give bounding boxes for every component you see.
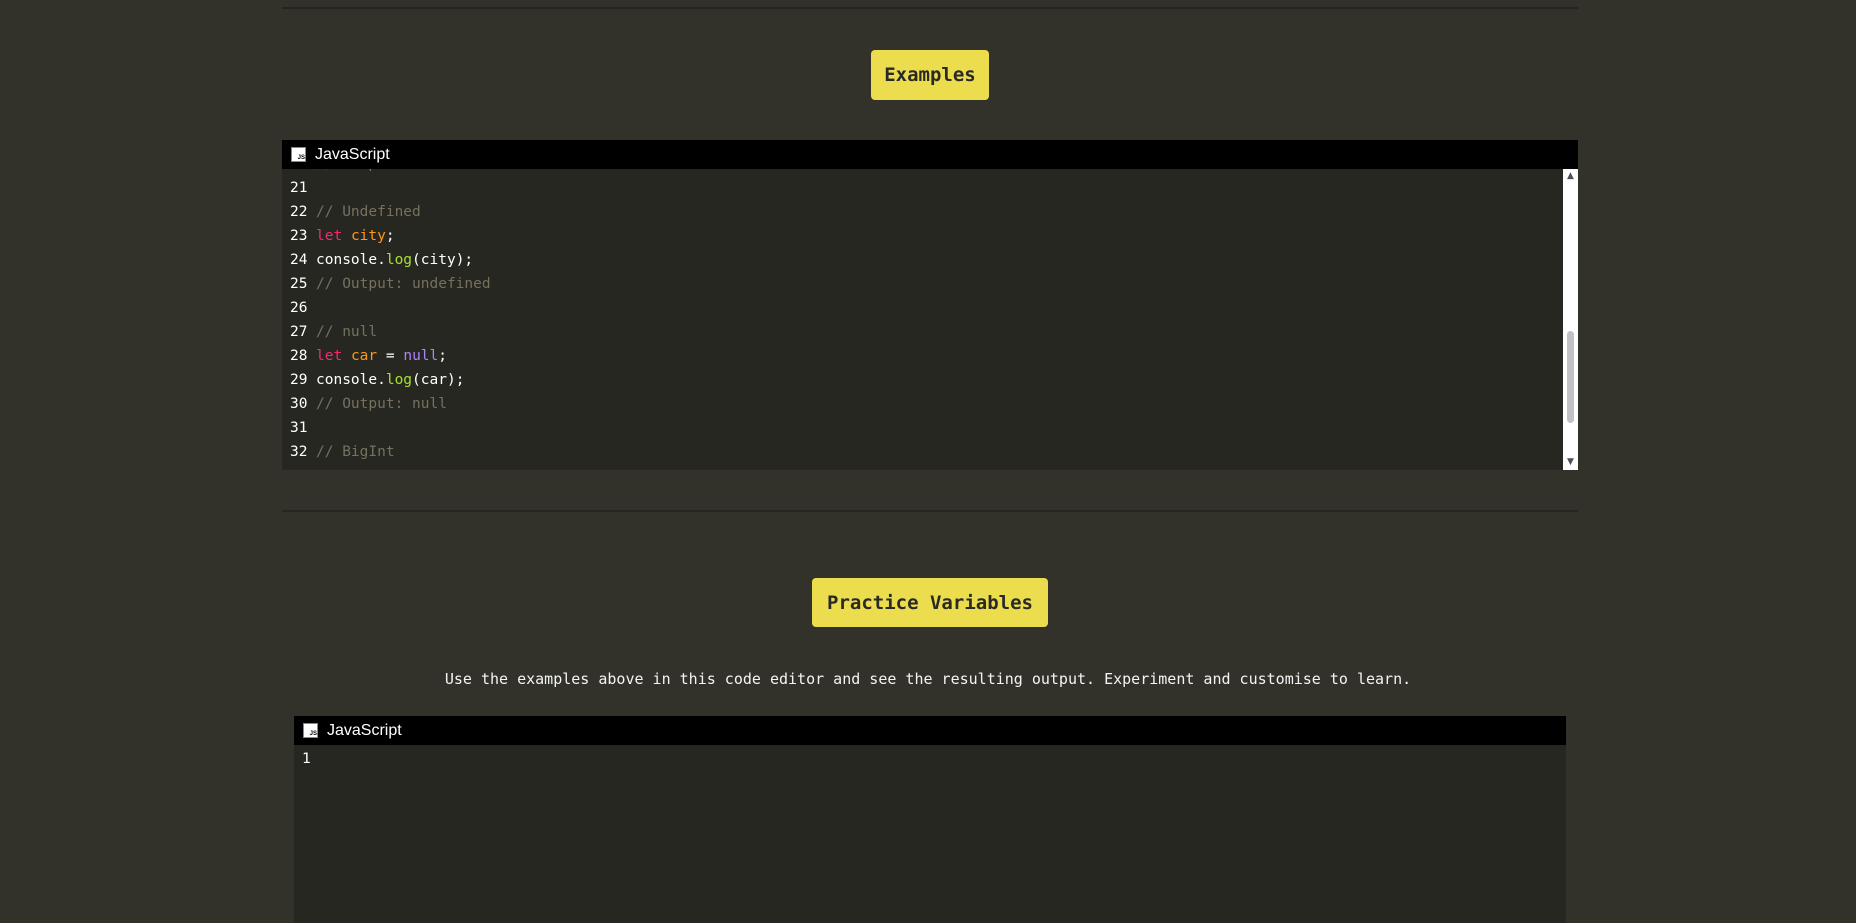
code-token: car — [350, 348, 378, 364]
line-number: 29 — [290, 372, 308, 388]
line-number: 32 — [290, 444, 308, 460]
code-area[interactable]: 1 — [294, 745, 1566, 923]
language-label: JavaScript — [315, 145, 390, 163]
javascript-file-icon — [291, 147, 306, 162]
code-line[interactable]: 29 console.log(car); — [290, 368, 464, 392]
code-token: console. — [316, 372, 386, 388]
code-token: // Output: undefined — [316, 276, 491, 292]
code-token: // Undefined — [316, 204, 421, 220]
page: Examples JavaScript 20// Output: true 21 2… — [0, 0, 1856, 923]
code-line[interactable]: 28 let car = null; — [290, 344, 447, 368]
code-line[interactable]: 20// Output: true — [290, 169, 447, 176]
code-token: city — [350, 228, 386, 244]
code-line[interactable]: 32 // BigInt — [290, 440, 395, 464]
line-number: 27 — [290, 324, 308, 340]
code-token: // null — [316, 324, 378, 340]
code-line[interactable]: 21 — [290, 176, 316, 200]
code-token: null — [403, 348, 439, 364]
code-token: (car); — [412, 372, 465, 388]
line-number: 20 — [290, 169, 316, 176]
code-line[interactable]: 31 — [290, 416, 316, 440]
code-token: ; — [385, 228, 395, 244]
section-divider-top — [282, 7, 1578, 9]
section-divider-middle — [282, 510, 1578, 512]
code-token: (city); — [412, 252, 474, 268]
javascript-file-icon — [303, 723, 318, 738]
code-token: // Output: true — [316, 169, 447, 172]
practice-heading: Practice Variables — [812, 578, 1048, 627]
editor-header: JavaScript — [294, 716, 1566, 745]
editor-scrollbar[interactable]: ▲ ▼ — [1563, 169, 1578, 470]
code-token: log — [385, 372, 413, 388]
line-number: 25 — [290, 276, 308, 292]
practice-code-editor[interactable]: JavaScript 1 — [294, 716, 1566, 923]
code-line[interactable]: 25 // Output: undefined — [290, 272, 491, 296]
practice-description: Use the examples above in this code edit… — [444, 670, 1412, 688]
code-line[interactable]: 27 // null — [290, 320, 377, 344]
code-token: ; — [438, 348, 447, 364]
line-number: 23 — [290, 228, 308, 244]
editor-header: JavaScript — [282, 140, 1578, 169]
line-number: 22 — [290, 204, 308, 220]
line-number: 26 — [290, 300, 308, 316]
line-number: 24 — [290, 252, 308, 268]
line-number: 28 — [290, 348, 308, 364]
chevron-down-icon[interactable]: ▼ — [1563, 455, 1578, 470]
code-area[interactable]: 20// Output: true 21 22 // Undefined 23 let c… — [282, 169, 1563, 470]
code-token: console. — [316, 252, 386, 268]
line-number: 31 — [290, 420, 308, 436]
code-token: let — [316, 348, 343, 364]
code-token: let — [316, 228, 343, 244]
code-line[interactable]: 24 console.log(city); — [290, 248, 473, 272]
code-token: // Output: null — [316, 396, 447, 412]
scrollbar-thumb[interactable] — [1567, 331, 1574, 423]
code-line[interactable]: 30 // Output: null — [290, 392, 447, 416]
code-line[interactable]: 1 — [302, 747, 328, 771]
chevron-up-icon[interactable]: ▲ — [1563, 169, 1578, 184]
examples-code-editor[interactable]: JavaScript 20// Output: true 21 22 // Undef… — [282, 140, 1578, 470]
code-line[interactable]: 22 // Undefined — [290, 200, 421, 224]
line-number: 21 — [290, 180, 308, 196]
examples-heading: Examples — [871, 50, 989, 100]
language-label: JavaScript — [327, 721, 402, 739]
code-line[interactable]: 26 — [290, 296, 316, 320]
line-number: 30 — [290, 396, 308, 412]
code-line[interactable]: 23 let city; — [290, 224, 395, 248]
code-token: // BigInt — [316, 444, 395, 460]
line-number: 1 — [302, 751, 311, 767]
code-token: = — [377, 348, 404, 364]
code-token: log — [385, 252, 413, 268]
